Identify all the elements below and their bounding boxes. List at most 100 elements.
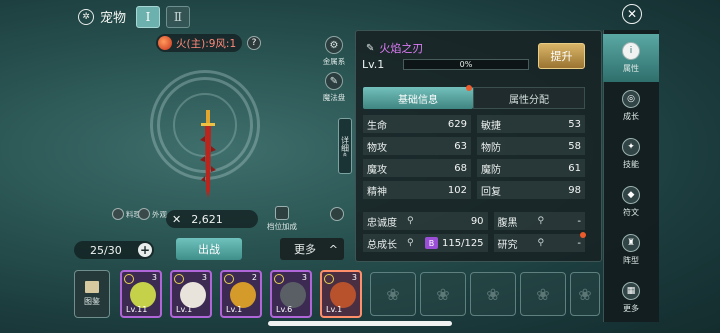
nav-more[interactable]: ▦ 更多 [603, 274, 659, 322]
pet-star: 3 [151, 273, 157, 282]
weapon-level: Lv.1 [362, 58, 385, 71]
research-row[interactable]: 研究 ⚲ - [493, 234, 585, 252]
paw-icon: ❀ [578, 284, 592, 304]
tab-page-2[interactable]: Ⅱ [166, 6, 190, 28]
slot-bonus-label: 档位加成 [267, 222, 297, 231]
stat-row: 物防 58 [477, 137, 585, 155]
home-indicator [268, 321, 452, 326]
pet-guide-button[interactable]: 图鉴 [74, 270, 110, 318]
detail-tab-label: 详细 [340, 135, 350, 152]
pet-card[interactable]: 3 Lv.1 [170, 270, 212, 318]
tab-page-1[interactable]: Ⅰ [136, 6, 160, 28]
metal-type-button[interactable]: ⚙ 金属系 [314, 36, 354, 67]
notification-dot [466, 85, 472, 91]
gear-icon: ⚙ [325, 36, 343, 54]
share-icon[interactable] [330, 207, 344, 221]
growth-grade-badge: B [425, 237, 438, 249]
pet-card[interactable]: 3 Lv.11 [120, 270, 162, 318]
nav-attributes[interactable]: i 属性 [603, 34, 659, 82]
nav-label: 成长 [623, 112, 639, 121]
element-badge: 火(主):9风:1 [156, 34, 243, 52]
detail-side-tab[interactable]: 详细 « [338, 118, 352, 174]
stat-value: 61 [568, 162, 581, 174]
more-button[interactable]: 更多 ^ [280, 238, 344, 260]
weapon-name: 火焰之刃 [379, 42, 424, 55]
stat-value: 63 [454, 140, 467, 152]
paw-icon: ❀ [486, 284, 500, 304]
help-button[interactable]: ? [247, 36, 261, 50]
stat-row: 敏捷 53 [477, 115, 585, 133]
stat-value: 58 [568, 140, 581, 152]
pet-level: Lv.1 [176, 305, 193, 314]
stat-value: 68 [454, 162, 467, 174]
empty-pet-slot[interactable]: ❀ [420, 272, 466, 316]
close-button[interactable]: ✕ [622, 4, 642, 24]
pet-level: Lv.1 [326, 305, 343, 314]
dark-row[interactable]: 腹黑 ⚲ - [493, 212, 585, 230]
add-slot-button[interactable]: + [138, 243, 152, 257]
upgrade-button[interactable]: 提升 [538, 43, 585, 69]
feed-button[interactable]: 料理 [112, 208, 141, 220]
pet-card-selected[interactable]: 3 Lv.1 [320, 270, 362, 318]
research-value: - [577, 237, 581, 249]
stat-label: 回复 [481, 186, 501, 198]
nav-label: 属性 [623, 64, 639, 73]
fire-element-icon [158, 36, 172, 50]
swirl-icon: ◎ [622, 90, 640, 108]
stat-label: 敏捷 [481, 120, 501, 132]
loyalty-row[interactable]: 忠诚度 ⚲ 90 [363, 212, 488, 230]
empty-pet-slot[interactable]: ❀ [470, 272, 516, 316]
pet-level: Lv.6 [276, 305, 293, 314]
growth-row[interactable]: 总成长 ⚲ B 115/125 [363, 234, 488, 252]
skill-icon: ✦ [622, 138, 640, 156]
pet-guide-label: 图鉴 [84, 297, 100, 306]
stat-value: 629 [447, 118, 467, 130]
loyalty-label: 忠诚度 [367, 217, 397, 229]
magnifier-icon: ⚲ [537, 238, 545, 248]
pet-level: Lv.11 [126, 305, 148, 314]
nav-label: 符文 [623, 208, 639, 217]
stat-label: 物攻 [367, 142, 387, 154]
element-label: 火(主):9风:1 [176, 37, 237, 50]
stat-value: 53 [568, 118, 581, 130]
paw-icon: ❀ [436, 284, 450, 304]
tab-basic-info[interactable]: 基础信息 [363, 87, 473, 109]
tab-attribute-allocation[interactable]: 属性分配 [473, 87, 585, 109]
magnifier-icon: ⚲ [537, 216, 545, 226]
nav-growth[interactable]: ◎ 成长 [603, 82, 659, 130]
pet-count: 25/30 + [74, 241, 154, 259]
xp-progress-bar: 0% [403, 59, 529, 70]
rarity-badge-icon [224, 274, 234, 284]
magnifier-icon: ⚲ [407, 238, 414, 248]
stat-row: 回复 98 [477, 181, 585, 199]
stat-label: 物防 [481, 142, 501, 154]
growth-label: 总成长 [367, 239, 397, 251]
nav-formation[interactable]: ♜ 阵型 [603, 226, 659, 274]
stat-row: 物攻 63 [363, 137, 471, 155]
pet-card[interactable]: 2 Lv.1 [220, 270, 262, 318]
empty-pet-slot[interactable]: ❀ [370, 272, 416, 316]
deploy-button[interactable]: 出战 [176, 238, 242, 260]
weapon-name-row[interactable]: ✎ 火焰之刃 [366, 40, 423, 56]
magic-disk-button[interactable]: ✎ 魔法盘 [314, 72, 354, 103]
rarity-badge-icon [174, 274, 184, 284]
empty-pet-slot[interactable]: ❀ [520, 272, 566, 316]
extra-stats-grid: 忠诚度 ⚲ 90 腹黑 ⚲ - 总成长 ⚲ B 115/125 研究 ⚲ - [363, 212, 585, 252]
magic-disk-label: 魔法盘 [322, 93, 346, 102]
swords-icon: ✕ [172, 212, 182, 226]
wardrobe-icon [138, 208, 150, 220]
nav-label: 更多 [623, 304, 639, 313]
paw-icon: ❀ [386, 284, 400, 304]
pet-star: 3 [351, 273, 357, 282]
nav-label: 阵型 [623, 256, 639, 265]
page-title: 宠物 [100, 11, 127, 26]
chevron-up-icon: ^ [328, 242, 338, 256]
slot-bonus-button[interactable]: 档位加成 [266, 206, 298, 232]
pet-card[interactable]: 3 Lv.6 [270, 270, 312, 318]
appearance-button[interactable]: 外观 [138, 208, 167, 220]
empty-pet-slot[interactable]: ❀ [570, 272, 600, 316]
stat-label: 生命 [367, 120, 387, 132]
nav-runes[interactable]: ◆ 符文 [603, 178, 659, 226]
nav-skills[interactable]: ✦ 技能 [603, 130, 659, 178]
metal-type-label: 金属系 [322, 57, 346, 66]
